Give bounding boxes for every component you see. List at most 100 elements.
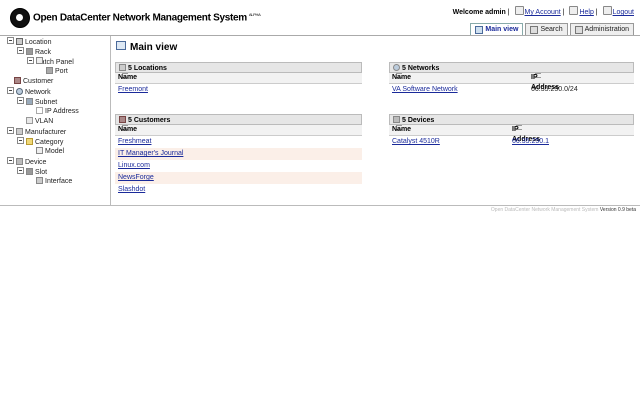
customer-link[interactable]: Freshmeat (118, 136, 151, 148)
userbar-separator: | (595, 9, 598, 16)
main-view-icon (475, 25, 484, 34)
table-row: Linux.com (115, 160, 362, 172)
column-header-name[interactable]: Name (118, 125, 137, 135)
tree-item-rack[interactable]: Rack (17, 47, 51, 57)
locations-column-headers: Name (115, 73, 362, 84)
devices-column-headers: Name IP Address (389, 125, 634, 143)
tree-item-device[interactable]: Device (7, 157, 46, 167)
main-tabs: Main view Search Administration (470, 23, 634, 35)
collapse-toggle-icon[interactable] (7, 37, 14, 44)
tree-item-slot[interactable]: Slot (17, 167, 47, 177)
column-header-name[interactable]: Name (392, 125, 411, 135)
networks-panel: 5 Networks Name IP Address VA Software N… (389, 62, 634, 96)
table-row: IT Manager's Journal (115, 148, 362, 160)
tree-item-subnet[interactable]: Subnet (17, 97, 57, 107)
tree-item-interface[interactable]: Interface (36, 177, 72, 187)
logout-icon (602, 6, 612, 15)
port-icon (46, 67, 53, 74)
location-icon (119, 64, 126, 71)
tree-item-vlan[interactable]: VLAN (26, 117, 53, 127)
tree-item-port[interactable]: Port (46, 67, 68, 77)
page-title: Main view (116, 41, 177, 53)
user-icon (514, 6, 524, 15)
networks-panel-header: 5 Networks (389, 62, 634, 73)
locations-panel: 5 Locations Name Freemont (115, 62, 362, 96)
customer-link[interactable]: Slashdot (118, 184, 145, 196)
location-link[interactable]: Freemont (118, 84, 148, 96)
sidebar-tree: Location Rack Patch Panel Port Customer … (4, 36, 111, 206)
device-ip-link[interactable]: 66.35.250.1 (512, 136, 549, 148)
devices-panel-header: 5 Devices (389, 114, 634, 125)
tree-item-location[interactable]: Location (7, 37, 51, 47)
tab-administration[interactable]: Administration (569, 23, 634, 35)
my-account-link[interactable]: My Account (525, 9, 561, 16)
devices-panel: 5 Devices Name IP Address Catalyst 4510R… (389, 114, 634, 148)
device-icon (393, 116, 400, 123)
column-header-ip-address[interactable]: IP Address (512, 125, 540, 143)
customer-icon (14, 77, 21, 84)
tree-item-customer[interactable]: Customer (14, 77, 53, 87)
table-row: NewsForge (115, 172, 362, 184)
tree-item-patch-panel[interactable]: Patch Panel (27, 57, 74, 67)
customer-link[interactable]: NewsForge (118, 172, 154, 184)
slot-icon (26, 168, 33, 175)
header: Open DataCenter Network Management Syste… (0, 0, 640, 36)
customers-panel: 5 Customers Name Freshmeat IT Manager's … (115, 114, 362, 196)
tree-item-manufacturer[interactable]: Manufacturer (7, 127, 66, 137)
help-link[interactable]: Help (579, 9, 593, 16)
table-row: VA Software Network 66.35.250.0/24 (389, 84, 634, 96)
interface-icon (36, 177, 43, 184)
location-icon (16, 38, 23, 45)
collapse-toggle-icon[interactable] (7, 87, 14, 94)
collapse-toggle-icon[interactable] (7, 127, 14, 134)
customer-icon (119, 116, 126, 123)
locations-panel-header: 5 Locations (115, 62, 362, 73)
version-text: Version 0.9 beta (599, 207, 636, 213)
tab-search[interactable]: Search (525, 23, 568, 35)
customer-link[interactable]: IT Manager's Journal (118, 148, 183, 160)
model-icon (36, 147, 43, 154)
customer-link[interactable]: Linux.com (118, 160, 150, 172)
app-logo-icon (10, 8, 30, 28)
table-row: Catalyst 4510R 66.35.250.1 (389, 136, 634, 148)
column-header-name[interactable]: Name (392, 73, 411, 83)
category-icon (26, 138, 33, 145)
device-link[interactable]: Catalyst 4510R (392, 136, 440, 148)
user-bar: Welcome admin | My Account | Help | Logo… (453, 6, 634, 16)
userbar-separator: | (562, 9, 565, 16)
manufacturer-icon (16, 128, 23, 135)
ip-address-icon (36, 107, 43, 114)
network-icon (393, 64, 400, 71)
customers-column-headers: Name (115, 125, 362, 136)
logout-link[interactable]: Logout (613, 9, 634, 16)
rack-icon (26, 48, 33, 55)
vlan-icon (26, 117, 33, 124)
patch-panel-icon (36, 57, 43, 64)
footer: Open DataCenter Network Management Syste… (491, 207, 636, 213)
tree-item-model[interactable]: Model (36, 147, 64, 157)
main-content: Main view 5 Locations Name Freemont 5 Ne… (112, 36, 638, 206)
collapse-toggle-icon[interactable] (7, 157, 14, 164)
tree-item-ip-address[interactable]: IP Address (36, 107, 79, 117)
app-title-badge: ALPHA (248, 12, 261, 17)
userbar-separator: | (507, 9, 510, 16)
collapse-toggle-icon[interactable] (17, 47, 24, 54)
device-icon (16, 158, 23, 165)
collapse-toggle-icon[interactable] (17, 167, 24, 174)
collapse-toggle-icon[interactable] (27, 57, 34, 64)
search-icon (530, 25, 539, 34)
tree-item-network[interactable]: Network (7, 87, 51, 97)
customers-panel-header: 5 Customers (115, 114, 362, 125)
collapse-toggle-icon[interactable] (17, 97, 24, 104)
tab-main-view[interactable]: Main view (470, 23, 524, 35)
table-row: Freemont (115, 84, 362, 96)
column-header-ip-address[interactable]: IP Address (531, 73, 559, 91)
networks-column-headers: Name IP Address (389, 73, 634, 91)
column-header-name[interactable]: Name (118, 73, 137, 83)
tree-item-category[interactable]: Category (17, 137, 63, 147)
network-icon (16, 88, 23, 95)
collapse-toggle-icon[interactable] (17, 137, 24, 144)
footer-app-name: Open DataCenter Network Management Syste… (490, 207, 599, 213)
welcome-text: Welcome admin (452, 9, 506, 16)
network-link[interactable]: VA Software Network (392, 84, 458, 96)
